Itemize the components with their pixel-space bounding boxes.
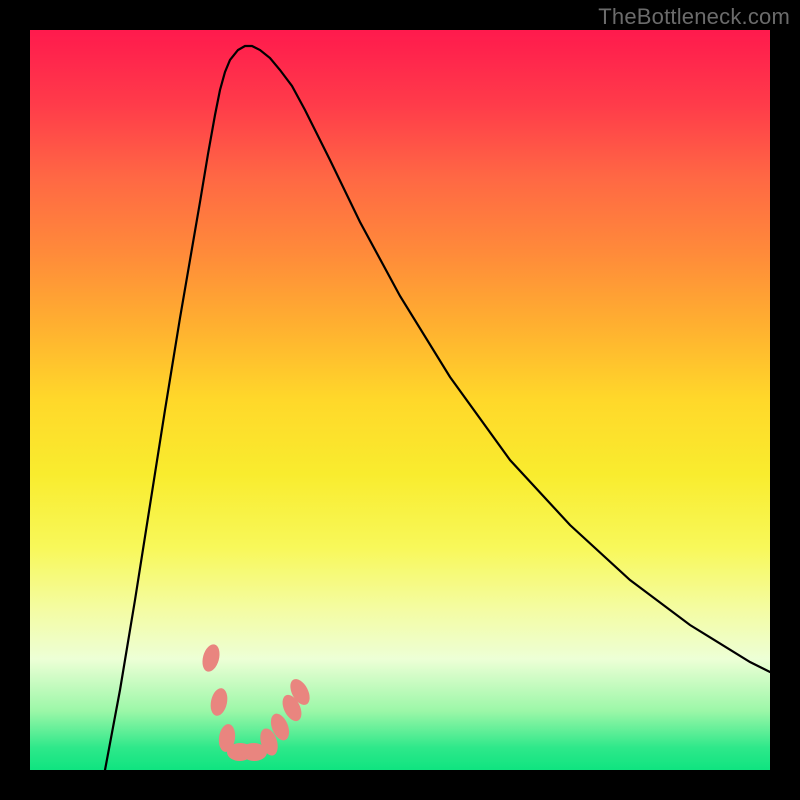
plot-area [30, 30, 770, 770]
chart-svg [30, 30, 770, 770]
curve-markers [200, 642, 314, 761]
chart-frame: TheBottleneck.com [0, 0, 800, 800]
watermark-text: TheBottleneck.com [598, 4, 790, 30]
marker-pill [200, 642, 223, 673]
marker-pill [208, 687, 229, 718]
